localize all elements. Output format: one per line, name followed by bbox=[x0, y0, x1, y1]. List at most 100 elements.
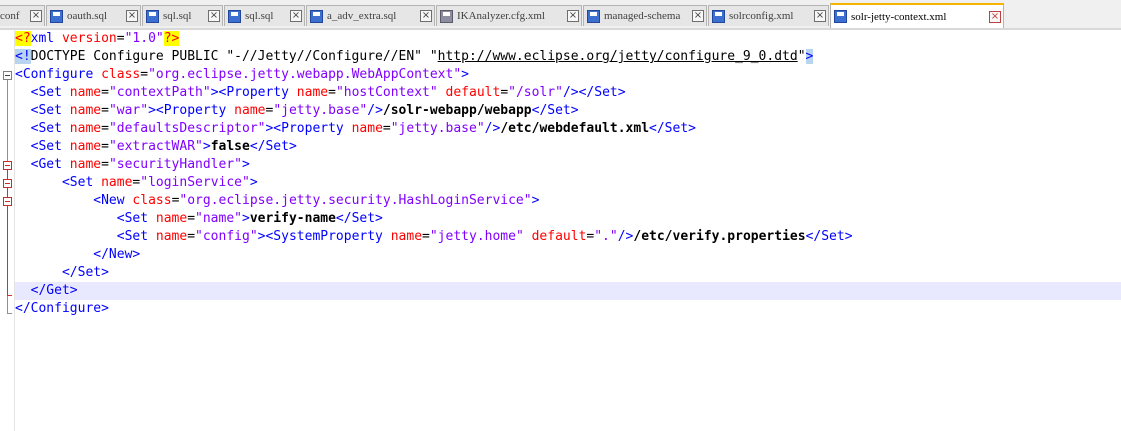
xml-decl-close: ?> bbox=[163, 31, 180, 46]
token: "org.eclipse.jetty.security.HashLoginSer… bbox=[179, 193, 532, 208]
token: "securityHandler" bbox=[108, 157, 242, 172]
tab-label: IKAnalyzer.cfg.xml bbox=[457, 10, 545, 22]
saved-file-icon bbox=[712, 9, 725, 23]
token: <Set bbox=[61, 175, 94, 190]
fold-collapse-icon[interactable] bbox=[3, 179, 12, 188]
token: name bbox=[61, 85, 102, 100]
code-editor[interactable]: <?xml version="1.0"?> <!DOCTYPE Configur… bbox=[0, 30, 1121, 431]
token: name bbox=[61, 139, 102, 154]
tab-sql-sql[interactable]: sql.sql × bbox=[142, 5, 223, 26]
token: > bbox=[531, 193, 540, 208]
close-icon[interactable]: × bbox=[420, 10, 432, 22]
close-icon[interactable]: × bbox=[692, 10, 704, 22]
fold-collapse-icon[interactable] bbox=[3, 161, 12, 170]
close-icon[interactable]: × bbox=[814, 10, 826, 22]
token: = bbox=[101, 103, 109, 118]
token: name bbox=[148, 229, 188, 244]
token: = bbox=[328, 85, 336, 100]
dtd-link[interactable]: http://www.eclipse.org/jetty/configure_9… bbox=[438, 49, 798, 64]
token: /> bbox=[484, 121, 501, 136]
token: "defaultsDescriptor" bbox=[108, 121, 266, 136]
token: version bbox=[54, 31, 117, 46]
token: <New bbox=[93, 193, 125, 208]
fold-collapse-icon[interactable] bbox=[3, 71, 12, 80]
code-line-5: <Set name="war"><Property name="jetty.ba… bbox=[15, 102, 1121, 120]
fold-guide bbox=[7, 170, 8, 295]
tab-label: solr-jetty-context.xml bbox=[851, 10, 947, 23]
tab-label: conf bbox=[0, 10, 20, 22]
token: ><Property bbox=[210, 85, 289, 100]
tab-a-adv-extra-sql[interactable]: a_adv_extra.sql × bbox=[306, 5, 435, 26]
token: /></Set> bbox=[562, 85, 626, 100]
token: </Set> bbox=[335, 211, 383, 226]
tab-solr-jetty-context-xml[interactable]: solr-jetty-context.xml × bbox=[830, 3, 1004, 28]
fold-collapse-icon[interactable] bbox=[3, 197, 12, 206]
token: default bbox=[437, 85, 501, 100]
token: "org.eclipse.jetty.webapp.WebAppContext" bbox=[148, 67, 462, 82]
token: = bbox=[101, 157, 109, 172]
token: <Get bbox=[30, 157, 62, 172]
code-line-9: <Set name="loginService"> bbox=[15, 174, 1121, 192]
token: <Set bbox=[30, 85, 62, 100]
token: "loginService" bbox=[140, 175, 250, 190]
token: </Set> bbox=[249, 139, 297, 154]
token: /solr-webapp/webapp bbox=[382, 103, 532, 118]
token: > bbox=[242, 157, 250, 172]
token: = bbox=[500, 85, 509, 100]
close-icon[interactable]: × bbox=[567, 10, 579, 22]
token: "config" bbox=[195, 229, 258, 244]
tab-conf[interactable]: conf × bbox=[0, 5, 45, 26]
close-icon[interactable]: × bbox=[126, 10, 138, 22]
token: > bbox=[461, 67, 469, 82]
code-line-15-current: </Get> bbox=[15, 282, 1121, 300]
saved-file-icon bbox=[50, 9, 63, 23]
tab-sql-sql-2[interactable]: sql.sql × bbox=[224, 5, 305, 26]
token: > bbox=[202, 139, 211, 154]
tab-managed-schema[interactable]: managed-schema × bbox=[583, 5, 707, 26]
tab-label: a_adv_extra.sql bbox=[327, 10, 397, 22]
document-tab-bar: conf × oauth.sql × sql.sql × sql.sql × a… bbox=[0, 0, 1121, 30]
saved-file-icon bbox=[834, 10, 847, 23]
token: DOCTYPE Configure PUBLIC "-//Jetty//Conf… bbox=[30, 49, 438, 64]
token: <Configure bbox=[15, 67, 94, 82]
token: = bbox=[187, 229, 196, 244]
saved-file-icon bbox=[310, 9, 323, 23]
token: <Set bbox=[30, 139, 62, 154]
close-icon[interactable]: × bbox=[30, 10, 42, 22]
saved-file-icon bbox=[146, 9, 159, 23]
tab-oauth-sql[interactable]: oauth.sql × bbox=[46, 5, 141, 26]
token: = bbox=[101, 121, 109, 136]
token: <Set bbox=[30, 103, 62, 118]
close-icon[interactable]: × bbox=[989, 10, 1001, 23]
code-line-13: </New> bbox=[15, 246, 1121, 264]
close-icon[interactable]: × bbox=[208, 10, 220, 22]
token: "1.0" bbox=[124, 31, 164, 46]
token: name bbox=[288, 85, 329, 100]
close-icon[interactable]: × bbox=[290, 10, 302, 22]
tab-solrconfig-xml[interactable]: solrconfig.xml × bbox=[708, 5, 829, 26]
code-line-11: <Set name="name">verify-name</Set> bbox=[15, 210, 1121, 228]
token: name bbox=[61, 121, 102, 136]
token: </Set> bbox=[61, 265, 109, 280]
tab-label: sql.sql bbox=[163, 10, 192, 22]
token: "." bbox=[594, 229, 618, 244]
token: "jetty.home" bbox=[429, 229, 524, 244]
token: = bbox=[187, 211, 196, 226]
token: </Configure> bbox=[15, 301, 109, 316]
tab-ikanalyzer-cfg-xml[interactable]: IKAnalyzer.cfg.xml × bbox=[436, 5, 582, 26]
token: name bbox=[61, 157, 102, 172]
token: "extractWAR" bbox=[108, 139, 203, 154]
token: > bbox=[249, 175, 258, 190]
token: name bbox=[61, 103, 102, 118]
token: false bbox=[210, 139, 250, 154]
code-line-7: <Set name="extractWAR">false</Set> bbox=[15, 138, 1121, 156]
code-text-area[interactable]: <?xml version="1.0"?> <!DOCTYPE Configur… bbox=[15, 30, 1121, 318]
